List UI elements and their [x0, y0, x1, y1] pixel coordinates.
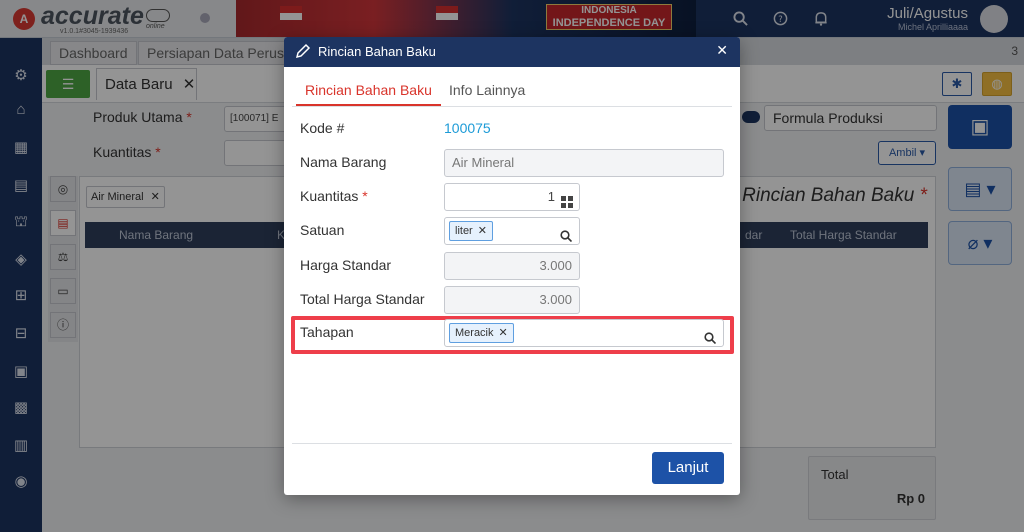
nama-barang-field: Air Mineral	[444, 149, 724, 177]
search-icon[interactable]	[704, 327, 717, 345]
kuantitas-label: Kuantitas *	[300, 188, 368, 204]
nama-barang-label: Nama Barang	[300, 154, 387, 170]
footer-divider	[292, 443, 732, 444]
total-harga-standar-label: Total Harga Standar	[300, 291, 425, 307]
harga-standar-field: 3.000	[444, 252, 580, 280]
close-icon[interactable]: ✕	[716, 42, 728, 59]
tahapan-chip-label: Meracik	[455, 327, 494, 339]
kuantitas-label-text: Kuantitas	[300, 188, 359, 204]
total-harga-standar-field: 3.000	[444, 286, 580, 314]
satuan-field[interactable]: liter ✕	[444, 217, 580, 245]
tahapan-field[interactable]: Meracik ✕	[444, 319, 724, 347]
rincian-bahan-baku-dialog: Rincian Bahan Baku ✕ Rincian Bahan Baku …	[284, 37, 740, 495]
tahapan-chip: Meracik ✕	[449, 323, 514, 343]
dialog-title: Rincian Bahan Baku	[318, 44, 436, 59]
search-icon[interactable]	[560, 225, 573, 243]
tab-rincian-bahan-baku[interactable]: Rincian Bahan Baku	[296, 81, 441, 106]
kode-label: Kode #	[300, 120, 345, 136]
lanjut-button[interactable]: Lanjut	[652, 452, 724, 484]
satuan-chip-label: liter	[455, 225, 473, 237]
remove-icon[interactable]: ✕	[499, 327, 508, 339]
satuan-chip: liter ✕	[449, 221, 493, 241]
required-mark: *	[362, 188, 368, 204]
kuantitas-value: 1	[547, 189, 555, 204]
harga-standar-label: Harga Standar	[300, 257, 392, 273]
tab-info-lainnya[interactable]: Info Lainnya	[449, 81, 525, 106]
kuantitas-field[interactable]: 1	[444, 183, 580, 211]
remove-icon[interactable]: ✕	[478, 225, 487, 237]
dialog-header: Rincian Bahan Baku ✕	[284, 37, 740, 67]
satuan-label: Satuan	[300, 222, 345, 238]
calculator-icon[interactable]	[561, 191, 573, 208]
kode-value-link[interactable]: 100075	[444, 120, 491, 136]
pencil-icon	[295, 43, 311, 59]
tahapan-label: Tahapan	[300, 324, 354, 340]
tab-divider	[292, 106, 732, 107]
